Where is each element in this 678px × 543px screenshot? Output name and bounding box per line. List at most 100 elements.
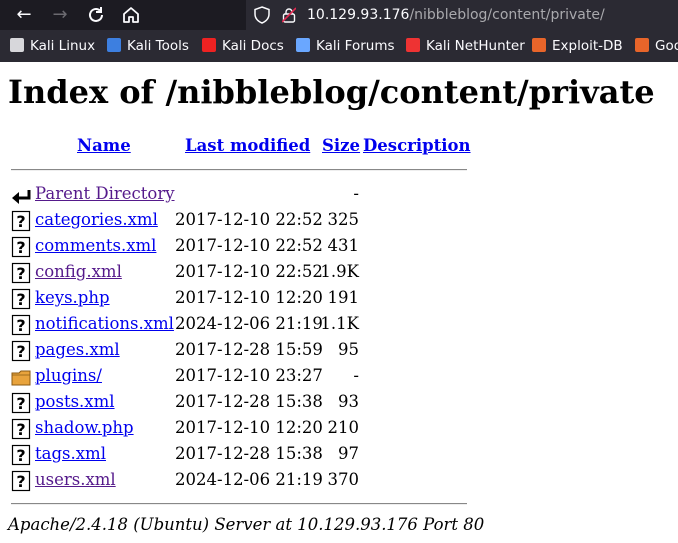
entry-size: 1.9K (320, 262, 359, 281)
back-arrow-icon[interactable]: ← (12, 3, 36, 27)
bookmark-kali-forums[interactable]: Kali Forums (296, 30, 395, 62)
entry-last-modified: 2017-12-28 15:38 (175, 392, 323, 411)
entry-size: 1.1K (320, 314, 359, 333)
entry-last-modified: 2017-12-10 22:52 (175, 210, 323, 229)
parent-directory-icon (11, 184, 31, 206)
bookmark-label: Kali NetHunter (426, 38, 525, 54)
bookmark-kali-docs[interactable]: Kali Docs (202, 30, 284, 62)
entry-size: 431 (327, 236, 360, 255)
table-row: ? pages.xml 2017-12-28 15:59 95 (0, 337, 480, 363)
entry-link[interactable]: users.xml (35, 467, 116, 493)
bookmark-goo[interactable]: Goo (635, 30, 678, 62)
footer-divider (11, 503, 467, 505)
google-hacking-db-icon (635, 38, 649, 52)
insecure-lock-icon[interactable] (282, 7, 296, 23)
bookmark-kali-linux[interactable]: Kali Linux (10, 30, 95, 62)
bookmark-exploit-db[interactable]: Exploit-DB (532, 30, 623, 62)
table-row: ? config.xml 2017-12-10 22:52 1.9K (0, 259, 480, 285)
url-text[interactable]: 10.129.93.176/nibbleblog/content/private… (307, 0, 605, 30)
kali-dragon-icon (10, 38, 24, 52)
bookmark-kali-nethunter[interactable]: Kali NetHunter (406, 30, 525, 62)
column-header-description[interactable]: Description (363, 135, 471, 157)
folder-icon (11, 366, 31, 388)
table-row: ? comments.xml 2017-12-10 22:52 431 (0, 233, 480, 259)
svg-text:?: ? (16, 472, 25, 491)
column-header-name[interactable]: Name (77, 135, 131, 157)
entry-link[interactable]: shadow.php (35, 415, 134, 441)
browser-toolbar: ← → 10.129.93.176/nibbleblog/content/pri… (0, 0, 678, 30)
kali-tools-icon (107, 38, 121, 52)
entry-link[interactable]: posts.xml (35, 389, 115, 415)
bookmarks-toolbar: Kali Linux Kali Tools Kali Docs Kali Forums… (0, 30, 678, 62)
home-glyph (123, 7, 139, 23)
entry-link[interactable]: comments.xml (35, 233, 156, 259)
entry-link[interactable]: keys.php (35, 285, 110, 311)
kali-forums-icon (296, 38, 310, 52)
unknown-file-icon: ? (11, 288, 31, 310)
entry-size: 97 (338, 444, 359, 463)
url-host: 10.129.93.176 (307, 7, 410, 23)
forward-arrow-icon[interactable]: → (48, 3, 72, 27)
unknown-file-icon: ? (11, 418, 31, 440)
unknown-file-icon: ? (11, 470, 31, 492)
entry-size: 370 (327, 470, 360, 489)
unknown-file-icon: ? (11, 236, 31, 258)
entry-size: 325 (327, 210, 360, 229)
server-signature: Apache/2.4.18 (Ubuntu) Server at 10.129.… (8, 515, 485, 534)
url-path: /nibbleblog/content/private/ (409, 7, 605, 23)
entry-size: 191 (327, 288, 360, 307)
bookmark-label: Kali Forums (316, 38, 395, 54)
svg-text:?: ? (16, 342, 25, 361)
table-row: Parent Directory - (0, 181, 480, 207)
svg-text:?: ? (16, 264, 25, 283)
entry-last-modified: 2017-12-10 22:52 (175, 236, 323, 255)
entry-size: - (353, 366, 359, 385)
kali-nethunter-icon (406, 38, 420, 52)
entry-link[interactable]: config.xml (35, 259, 122, 285)
table-row: ? categories.xml 2017-12-10 22:52 325 (0, 207, 480, 233)
unknown-file-icon: ? (11, 262, 31, 284)
svg-text:?: ? (16, 420, 25, 439)
table-row: ? shadow.php 2017-12-10 12:20 210 (0, 415, 480, 441)
entry-last-modified: 2024-12-06 21:19 (175, 314, 323, 333)
svg-text:?: ? (16, 394, 25, 413)
entry-link[interactable]: tags.xml (35, 441, 106, 467)
address-bar[interactable]: 10.129.93.176/nibbleblog/content/private… (246, 0, 678, 30)
entry-link[interactable]: notifications.xml (35, 311, 174, 337)
table-row: plugins/2017-12-10 23:27 - (0, 363, 480, 389)
table-row: ? keys.php 2017-12-10 12:20 191 (0, 285, 480, 311)
entry-link[interactable]: categories.xml (35, 207, 158, 233)
reload-icon[interactable] (84, 3, 108, 27)
bookmark-label: Goo (655, 38, 678, 54)
entry-link[interactable]: plugins/ (35, 363, 102, 389)
tracking-protection-shield-icon[interactable] (254, 6, 270, 24)
unknown-file-icon: ? (11, 340, 31, 362)
unknown-file-icon: ? (11, 444, 31, 466)
unknown-file-icon: ? (11, 210, 31, 232)
bookmark-label: Exploit-DB (552, 38, 623, 54)
table-row: ? notifications.xml 2024-12-06 21:19 1.1K (0, 311, 480, 337)
bookmark-label: Kali Tools (127, 38, 189, 54)
column-header-last-modified[interactable]: Last modified (185, 135, 310, 157)
unknown-file-icon: ? (11, 392, 31, 414)
table-row: ? tags.xml 2017-12-28 15:38 97 (0, 441, 480, 467)
entry-last-modified: 2017-12-10 22:52 (175, 262, 323, 281)
entry-last-modified: 2017-12-28 15:59 (175, 340, 323, 359)
entry-link[interactable]: Parent Directory (35, 181, 175, 207)
exploit-db-icon (532, 38, 546, 52)
entry-size: 93 (338, 392, 359, 411)
bookmark-kali-tools[interactable]: Kali Tools (107, 30, 189, 62)
home-icon[interactable] (119, 3, 143, 27)
svg-text:?: ? (16, 238, 25, 257)
unknown-file-icon: ? (11, 314, 31, 336)
entry-link[interactable]: pages.xml (35, 337, 120, 363)
svg-text:?: ? (16, 212, 25, 231)
table-row: ? users.xml 2024-12-06 21:19 370 (0, 467, 480, 493)
svg-text:?: ? (16, 316, 25, 335)
entry-last-modified: 2017-12-28 15:38 (175, 444, 323, 463)
kali-docs-icon (202, 38, 216, 52)
svg-text:?: ? (16, 290, 25, 309)
entry-size: - (353, 184, 359, 203)
header-divider (11, 169, 467, 171)
column-header-size[interactable]: Size (322, 135, 360, 157)
